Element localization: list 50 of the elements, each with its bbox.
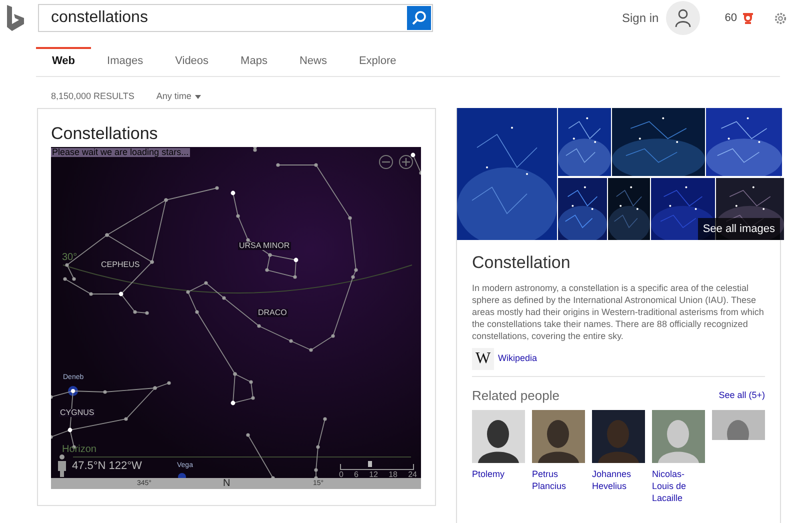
panel-title: Constellation (472, 252, 572, 274)
constellation-label: CEPHEUS (100, 261, 141, 269)
nav-tab[interactable]: Maps (224, 47, 284, 77)
rewards-count[interactable]: 60 (724, 10, 737, 26)
nav-tab[interactable]: Explore (342, 47, 412, 77)
person-link[interactable]: Johannes Hevelius (592, 468, 645, 492)
see-all-link[interactable]: See all (5+) (718, 388, 765, 402)
location-text: 47.5°N 122°W (72, 461, 142, 472)
loading-text: Please wait we are loading stars... (51, 148, 190, 157)
time-tick: 0 (339, 471, 344, 479)
zoom-in-icon[interactable] (399, 155, 413, 169)
search-button[interactable] (407, 6, 431, 30)
time-tick: 12 (369, 471, 378, 479)
nav-tab[interactable]: News (283, 47, 343, 77)
slider-thumb[interactable] (368, 461, 372, 467)
time-filter[interactable]: Any time (156, 90, 202, 104)
logo-icon[interactable] (7, 5, 24, 31)
search-icon (411, 10, 427, 26)
nav-tab[interactable]: Images (91, 47, 160, 77)
description-text: In modern astronomy, a constellation is a specific area of the celestial sphere as defined by the International Astronomical Union (IAU). These areas mostly had their origins in Western-traditional asterisms from which the constellations take their names. There are 88 officially recognized constellations, covering the entire sky. (472, 282, 765, 342)
time-tick: 24 (408, 471, 417, 479)
person-link[interactable]: Nicolas-Louis de Lacaille (652, 468, 705, 504)
section-title: Related people (472, 386, 560, 405)
time-slider[interactable]: 0 6 12 18 24 (339, 460, 417, 478)
compass-label: N (223, 478, 230, 489)
caret-icon (195, 95, 202, 99)
card-title: Constellations (51, 123, 159, 145)
constellation-label: DRACO (257, 309, 288, 317)
constellation-label: CYGNUS (59, 409, 96, 417)
person-icon (58, 454, 66, 477)
time-tick: 6 (354, 471, 358, 479)
results-count: 8,150,000 RESULTS (51, 90, 134, 104)
nav-tab[interactable]: Web (36, 47, 92, 77)
constellation-label: URSA MINOR (238, 242, 291, 250)
time-tick: 18 (388, 471, 398, 479)
person-icon (674, 9, 691, 27)
horizon-label: Horizon (62, 445, 96, 455)
account-button[interactable] (666, 1, 700, 35)
search-field[interactable]: constellations (38, 4, 433, 32)
altitude-label: 30° (62, 253, 78, 263)
see-all-images-link[interactable]: See all images (698, 218, 780, 240)
nav-tab[interactable]: Videos (159, 47, 225, 77)
sign-in-link[interactable]: Sign in (622, 9, 659, 27)
trophy-icon[interactable] (742, 12, 754, 24)
settings-icon[interactable] (774, 12, 787, 24)
person-link[interactable]: Ptolemy (472, 468, 525, 480)
zoom-out-icon[interactable] (379, 155, 393, 169)
source-link[interactable]: Wikipedia (498, 352, 538, 366)
person-link[interactable]: Petrus Plancius (532, 468, 585, 492)
wikipedia-icon: W (472, 348, 494, 370)
